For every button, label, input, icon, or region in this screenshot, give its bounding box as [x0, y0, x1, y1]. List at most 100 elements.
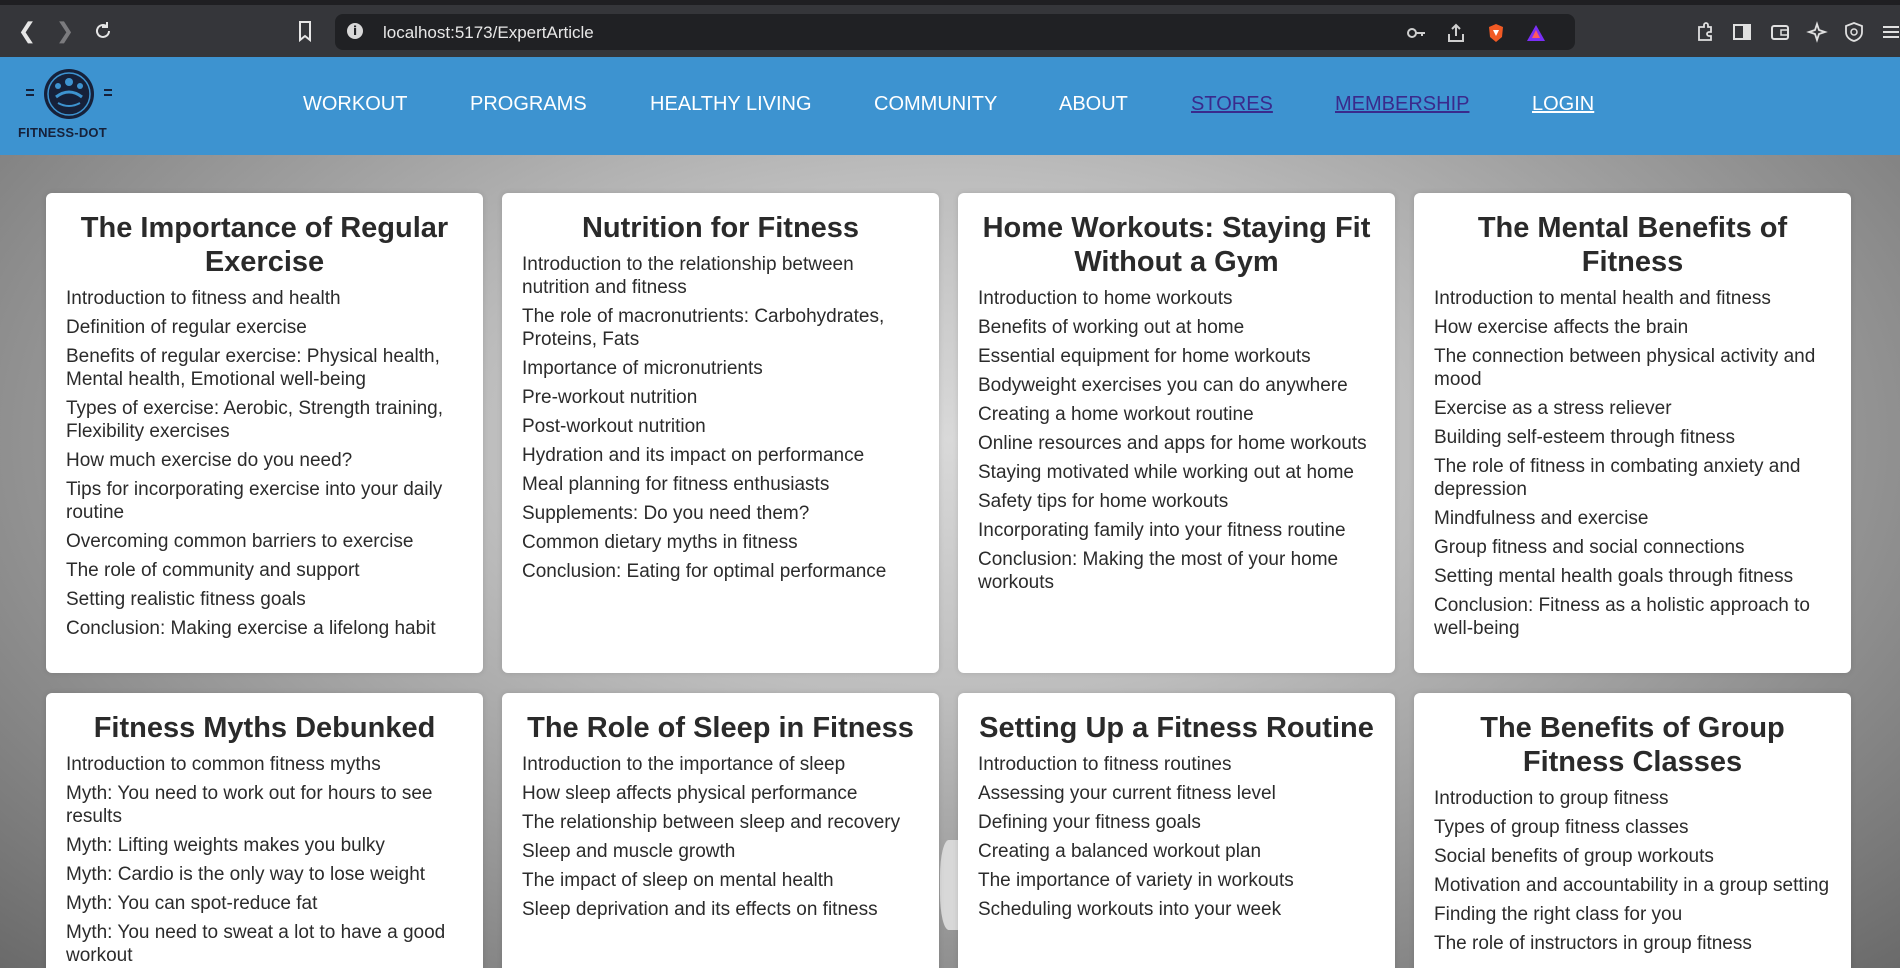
list-item: Essential equipment for home workouts: [978, 346, 1311, 367]
list-item: Exercise as a stress reliever: [1434, 398, 1672, 419]
list-item: How exercise affects the brain: [1434, 317, 1689, 338]
list-item: The importance of variety in workouts: [978, 870, 1294, 891]
list-item: Social benefits of group workouts: [1434, 846, 1714, 867]
list-item: The relationship between sleep and recov…: [522, 812, 901, 833]
list-item: Conclusion: Making the most of your home…: [978, 549, 1339, 593]
leo-ai-icon[interactable]: [1806, 21, 1828, 43]
list-item: Meal planning for fitness enthusiasts: [522, 474, 830, 495]
nav-login[interactable]: LOGIN: [1532, 93, 1594, 116]
list-item: Online resources and apps for home worko…: [978, 433, 1367, 454]
list-item: Bodyweight exercises you can do anywhere: [978, 375, 1348, 396]
nav-workout[interactable]: WORKOUT: [303, 93, 407, 116]
article-card: The Role of Sleep in Fitness Introductio…: [502, 693, 939, 968]
back-arrow-icon[interactable]: ❮: [12, 16, 42, 46]
list-item: Introduction to group fitness: [1434, 788, 1669, 809]
nav-about[interactable]: ABOUT: [1059, 93, 1128, 116]
address-bar[interactable]: i localhost:5173/ExpertArticle: [335, 14, 1575, 50]
list-item: Safety tips for home workouts: [978, 491, 1229, 512]
list-item: Myth: You need to work out for hours to …: [66, 783, 433, 827]
article-title: Nutrition for Fitness: [581, 212, 860, 244]
list-item: Sleep deprivation and its effects on fit…: [522, 899, 878, 920]
nav-membership[interactable]: MEMBERSHIP: [1335, 93, 1469, 116]
list-item: Tips for incorporating exercise into you…: [66, 479, 443, 523]
list-item: Introduction to home workouts: [978, 288, 1233, 309]
list-item: Conclusion: Fitness as a holistic approa…: [1434, 595, 1810, 639]
list-item: How sleep affects physical performance: [522, 783, 858, 804]
article-title: Setting Up a Fitness Routine: [979, 712, 1374, 744]
article-card: The Benefits of Group Fitness Classes In…: [1414, 693, 1851, 968]
article-title: The Role of Sleep in Fitness: [527, 712, 914, 744]
list-item: Setting mental health goals through fitn…: [1434, 566, 1794, 587]
wallet-icon[interactable]: [1769, 21, 1791, 43]
menu-icon[interactable]: [1880, 21, 1900, 43]
article-card: Nutrition for Fitness Introduction to th…: [502, 193, 939, 673]
list-item: Group fitness and social connections: [1434, 537, 1745, 558]
list-item: The connection between physical activity…: [1434, 346, 1816, 390]
list-item: Incorporating family into your fitness r…: [978, 520, 1346, 541]
reload-icon[interactable]: [88, 16, 118, 46]
article-card: Home Workouts: Staying Fit Without a Gym…: [958, 193, 1395, 673]
bookmark-icon[interactable]: [292, 18, 318, 44]
nav-healthy-living[interactable]: HEALTHY LIVING: [650, 93, 812, 116]
list-item: Introduction to fitness and health: [66, 288, 341, 309]
article-card: Fitness Myths Debunked Introduction to c…: [46, 693, 483, 968]
list-item: Supplements: Do you need them?: [522, 503, 810, 524]
list-item: Conclusion: Eating for optimal performan…: [522, 561, 887, 582]
share-icon[interactable]: [1445, 22, 1467, 44]
nav-community[interactable]: COMMUNITY: [874, 93, 997, 116]
list-item: Benefits of regular exercise: Physical h…: [66, 346, 440, 390]
list-item: Importance of micronutrients: [522, 358, 763, 379]
list-item: Scheduling workouts into your week: [978, 899, 1282, 920]
brave-shield-icon[interactable]: [1485, 22, 1507, 44]
list-item: Sleep and muscle growth: [522, 841, 736, 862]
nav-stores[interactable]: STORES: [1191, 93, 1273, 116]
rewards-triangle-icon[interactable]: [1525, 22, 1547, 44]
list-item: Myth: You can spot-reduce fat: [66, 893, 318, 914]
list-item: Mindfulness and exercise: [1434, 508, 1649, 529]
sidebar-icon[interactable]: [1731, 21, 1753, 43]
list-item: Pre-workout nutrition: [522, 387, 698, 408]
list-item: Introduction to fitness routines: [978, 754, 1232, 775]
list-item: Introduction to the importance of sleep: [522, 754, 846, 775]
article-title: Home Workouts: Staying Fit Without a Gym: [982, 212, 1371, 278]
list-item: Types of group fitness classes: [1434, 817, 1689, 838]
forward-arrow-icon[interactable]: ❯: [50, 16, 80, 46]
list-item: Overcoming common barriers to exercise: [66, 531, 414, 552]
list-item: The role of instructors in group fitness: [1434, 933, 1752, 954]
list-item: Types of exercise: Aerobic, Strength tra…: [66, 398, 444, 442]
list-item: Myth: Cardio is the only way to lose wei…: [66, 864, 426, 885]
key-icon[interactable]: [1405, 22, 1427, 44]
list-item: Myth: Lifting weights makes you bulky: [66, 835, 385, 856]
list-item: The role of community and support: [66, 560, 360, 581]
extensions-icon[interactable]: [1694, 21, 1716, 43]
list-item: Post-workout nutrition: [522, 416, 706, 437]
vpn-shield-icon[interactable]: [1843, 21, 1865, 43]
list-item: Motivation and accountability in a group…: [1434, 875, 1830, 896]
article-card: The Importance of Regular Exercise Intro…: [46, 193, 483, 673]
site-logo[interactable]: FITNESS-DOT: [16, 67, 126, 142]
list-item: Myth: You need to sweat a lot to have a …: [66, 922, 446, 966]
list-item: Definition of regular exercise: [66, 317, 307, 338]
list-item: Setting realistic fitness goals: [66, 589, 306, 610]
list-item: Staying motivated while working out at h…: [978, 462, 1354, 483]
site-info-icon[interactable]: i: [347, 23, 363, 39]
fitness-dot-logo-icon: [26, 69, 112, 119]
nav-programs[interactable]: PROGRAMS: [470, 93, 587, 116]
list-item: Common dietary myths in fitness: [522, 532, 798, 553]
browser-toolbar: ❮ ❯ i localhost:5173/ExpertArticle: [0, 0, 1900, 57]
list-item: Introduction to common fitness myths: [66, 754, 381, 775]
list-item: Building self-esteem through fitness: [1434, 427, 1735, 448]
list-item: The impact of sleep on mental health: [522, 870, 834, 891]
logo-text: FITNESS-DOT: [18, 125, 107, 140]
list-item: Finding the right class for you: [1434, 904, 1683, 925]
url-text[interactable]: localhost:5173/ExpertArticle: [383, 23, 594, 43]
article-title: The Benefits of Group Fitness Classes: [1480, 712, 1785, 778]
list-item: Conclusion: Making exercise a lifelong h…: [66, 618, 436, 639]
article-title: Fitness Myths Debunked: [93, 712, 436, 744]
list-item: Assessing your current fitness level: [978, 783, 1276, 804]
article-card: The Mental Benefits of Fitness Introduct…: [1414, 193, 1851, 673]
article-grid: The Importance of Regular Exercise Intro…: [0, 155, 1900, 968]
list-item: The role of macronutrients: Carbohydrate…: [522, 306, 885, 350]
list-item: Creating a home workout routine: [978, 404, 1254, 425]
list-item: How much exercise do you need?: [66, 450, 353, 471]
